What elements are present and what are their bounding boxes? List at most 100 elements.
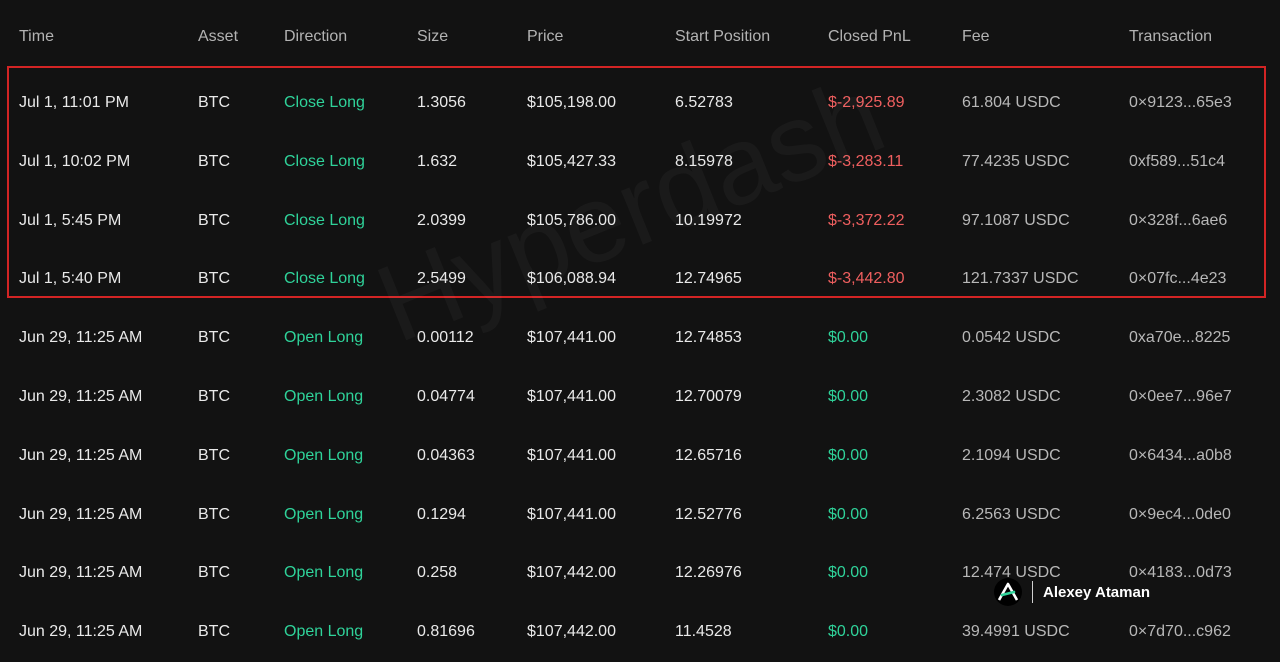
cell-fee: 0.0542 USDC bbox=[962, 329, 1061, 347]
author-name: Alexey Ataman bbox=[1043, 583, 1150, 601]
cell-size: 0.00112 bbox=[417, 329, 474, 347]
cell-fee: 2.3082 USDC bbox=[962, 387, 1061, 405]
cell-start-position: 6.52783 bbox=[675, 94, 733, 111]
cell-time: Jun 29, 11:25 AM bbox=[19, 329, 143, 347]
cell-start-position: 8.15978 bbox=[675, 152, 733, 170]
author-divider bbox=[1032, 581, 1033, 603]
cell-transaction-link[interactable]: 0×9ec4...0de0 bbox=[1129, 486, 1231, 545]
cell-asset: BTC bbox=[198, 505, 230, 523]
cell-closed-pnl: $-3,283.11 bbox=[828, 152, 904, 170]
cell-price: $107,441.00 bbox=[527, 329, 616, 347]
cell-closed-pnl: $-2,925.89 bbox=[828, 94, 905, 111]
cell-size: 1.3056 bbox=[417, 94, 466, 111]
cell-direction: Close Long bbox=[284, 270, 365, 288]
cell-size: 2.0399 bbox=[417, 211, 466, 229]
cell-fee: 77.4235 USDC bbox=[962, 152, 1070, 170]
table-row: Jun 29, 11:25 AM BTC Open Long 0.04363 $… bbox=[0, 427, 1280, 486]
cell-price: $107,441.00 bbox=[527, 505, 616, 523]
table-row: Jul 1, 10:02 PM BTC Close Long 1.632 $10… bbox=[0, 133, 1280, 192]
cell-time: Jul 1, 11:01 PM bbox=[19, 94, 129, 111]
cell-asset: BTC bbox=[198, 94, 230, 111]
cell-asset: BTC bbox=[198, 564, 230, 582]
trade-history-table: Time Asset Direction Size Price Start Po… bbox=[0, 0, 1280, 662]
cell-time: Jul 1, 10:02 PM bbox=[19, 152, 131, 170]
cell-transaction-link[interactable]: 0×9123...65e3 bbox=[1129, 74, 1232, 133]
table-row: Jun 29, 11:25 AM BTC Open Long 0.00112 $… bbox=[0, 309, 1280, 368]
cell-asset: BTC bbox=[198, 329, 230, 347]
header-closed-pnl[interactable]: Closed PnL bbox=[828, 0, 911, 74]
cell-closed-pnl: $-3,372.22 bbox=[828, 211, 905, 229]
cell-transaction-link[interactable]: 0×6434...a0b8 bbox=[1129, 427, 1232, 486]
cell-direction: Open Long bbox=[284, 505, 364, 523]
header-fee[interactable]: Fee bbox=[962, 0, 990, 74]
cell-asset: BTC bbox=[198, 446, 230, 464]
cell-asset: BTC bbox=[198, 270, 230, 288]
cell-start-position: 10.19972 bbox=[675, 211, 742, 229]
cell-size: 0.04363 bbox=[417, 446, 475, 464]
table-row: Jun 29, 11:25 AM BTC Open Long 0.1294 $1… bbox=[0, 486, 1280, 545]
cell-transaction-link[interactable]: 0×328f...6ae6 bbox=[1129, 192, 1227, 251]
cell-transaction-link[interactable]: 0×0ee7...96e7 bbox=[1129, 368, 1232, 427]
cell-transaction-link[interactable]: 0×7d70...c962 bbox=[1129, 603, 1231, 662]
cell-start-position: 12.52776 bbox=[675, 505, 742, 523]
header-size[interactable]: Size bbox=[417, 0, 448, 74]
header-price[interactable]: Price bbox=[527, 0, 563, 74]
cell-direction: Open Long bbox=[284, 387, 364, 405]
cell-closed-pnl: $0.00 bbox=[828, 329, 869, 347]
cell-start-position: 12.74965 bbox=[675, 270, 742, 288]
cell-time: Jun 29, 11:25 AM bbox=[19, 623, 143, 641]
cell-start-position: 11.4528 bbox=[675, 623, 732, 641]
cell-closed-pnl: $-3,442.80 bbox=[828, 270, 905, 288]
cell-closed-pnl: $0.00 bbox=[828, 564, 869, 582]
cell-direction: Close Long bbox=[284, 211, 365, 229]
cell-direction: Open Long bbox=[284, 623, 364, 641]
cell-time: Jul 1, 5:40 PM bbox=[19, 270, 122, 288]
cell-price: $105,427.33 bbox=[527, 152, 616, 170]
cell-start-position: 12.70079 bbox=[675, 387, 742, 405]
cell-closed-pnl: $0.00 bbox=[828, 505, 869, 523]
header-time[interactable]: Time bbox=[19, 0, 54, 74]
table-row: Jul 1, 11:01 PM BTC Close Long 1.3056 $1… bbox=[0, 74, 1280, 133]
cell-asset: BTC bbox=[198, 152, 230, 170]
cell-size: 2.5499 bbox=[417, 270, 466, 288]
cell-size: 0.04774 bbox=[417, 387, 475, 405]
cell-price: $107,441.00 bbox=[527, 446, 616, 464]
header-direction[interactable]: Direction bbox=[284, 0, 347, 74]
cell-price: $105,786.00 bbox=[527, 211, 616, 229]
cell-time: Jun 29, 11:25 AM bbox=[19, 564, 143, 582]
cell-closed-pnl: $0.00 bbox=[828, 446, 869, 464]
cell-fee: 39.4991 USDC bbox=[962, 623, 1070, 641]
table-row: Jul 1, 5:45 PM BTC Close Long 2.0399 $10… bbox=[0, 192, 1280, 251]
header-transaction[interactable]: Transaction bbox=[1129, 0, 1212, 74]
cell-size: 1.632 bbox=[417, 152, 458, 170]
cell-transaction-link[interactable]: 0×07fc...4e23 bbox=[1129, 250, 1226, 309]
cell-time: Jun 29, 11:25 AM bbox=[19, 446, 143, 464]
cell-price: $105,198.00 bbox=[527, 94, 616, 111]
header-start-position[interactable]: Start Position bbox=[675, 0, 770, 74]
cell-fee: 97.1087 USDC bbox=[962, 211, 1070, 229]
cell-time: Jul 1, 5:45 PM bbox=[19, 211, 122, 229]
cell-start-position: 12.74853 bbox=[675, 329, 742, 347]
cell-price: $107,442.00 bbox=[527, 623, 616, 641]
cell-fee: 6.2563 USDC bbox=[962, 505, 1061, 523]
cell-start-position: 12.65716 bbox=[675, 446, 742, 464]
cell-direction: Close Long bbox=[284, 152, 365, 170]
cell-asset: BTC bbox=[198, 387, 230, 405]
header-asset[interactable]: Asset bbox=[198, 0, 238, 74]
cell-price: $107,442.00 bbox=[527, 564, 616, 582]
cell-direction: Close Long bbox=[284, 94, 365, 111]
cell-time: Jun 29, 11:25 AM bbox=[19, 505, 143, 523]
cell-size: 0.1294 bbox=[417, 505, 466, 523]
cell-price: $107,441.00 bbox=[527, 387, 616, 405]
cell-time: Jun 29, 11:25 AM bbox=[19, 387, 143, 405]
cell-fee: 121.7337 USDC bbox=[962, 270, 1079, 288]
table-row: Jul 1, 5:40 PM BTC Close Long 2.5499 $10… bbox=[0, 250, 1280, 309]
cell-transaction-link[interactable]: 0xa70e...8225 bbox=[1129, 309, 1230, 368]
cell-closed-pnl: $0.00 bbox=[828, 387, 869, 405]
cell-size: 0.81696 bbox=[417, 623, 475, 641]
cell-transaction-link[interactable]: 0xf589...51c4 bbox=[1129, 133, 1225, 192]
cell-size: 0.258 bbox=[417, 564, 458, 582]
cell-asset: BTC bbox=[198, 623, 230, 641]
stylized-a-logo-icon bbox=[994, 578, 1022, 606]
cell-asset: BTC bbox=[198, 211, 230, 229]
